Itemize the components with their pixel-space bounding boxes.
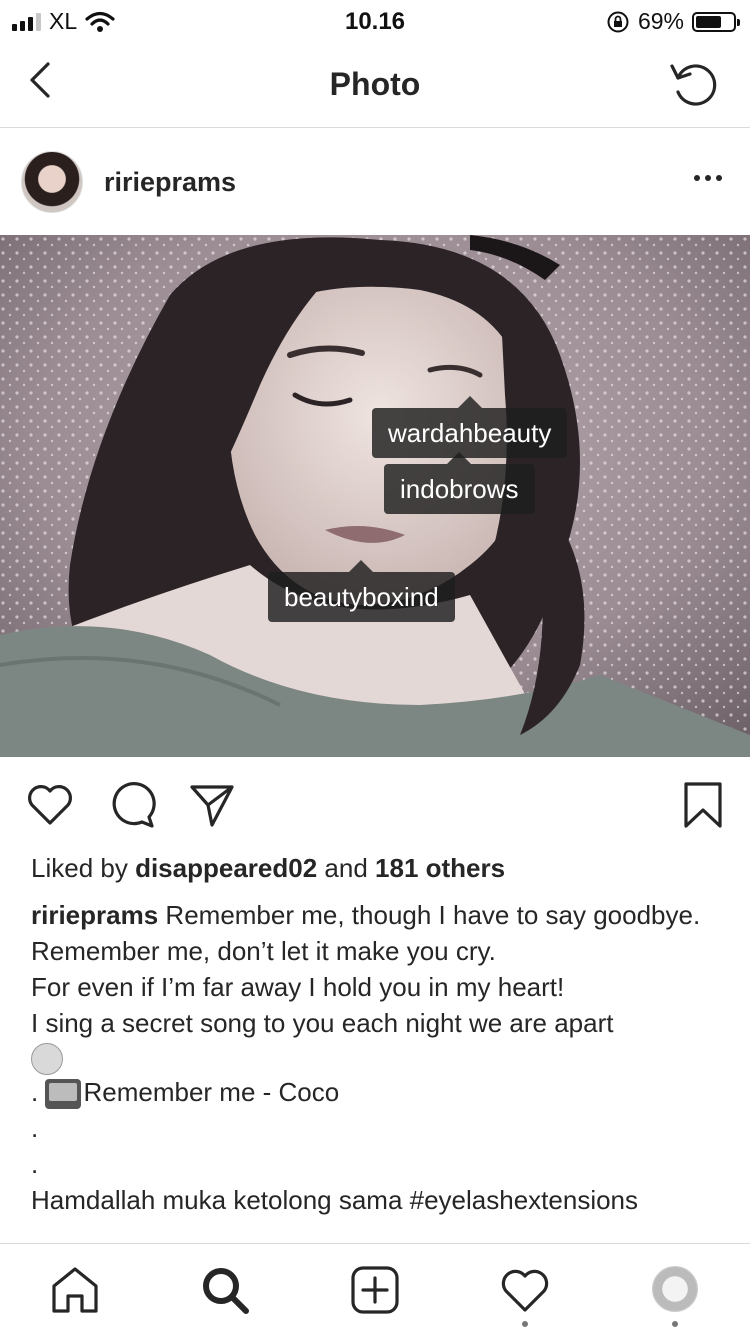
photo-tag[interactable]: indobrows [384, 452, 535, 514]
bookmark-icon[interactable] [677, 779, 729, 831]
caption-text: Remember me, though I have to say goodby… [165, 900, 701, 930]
caption-line: . Remember me - Coco [31, 1075, 721, 1110]
likes-others[interactable]: 181 others [375, 853, 505, 883]
navigation-bar: Photo [0, 40, 750, 128]
likes-summary[interactable]: Liked by disappeared02 and 181 others [31, 853, 505, 884]
post-username[interactable]: ririeprams [104, 167, 236, 198]
caption-line: I sing a secret song to you each night w… [31, 1008, 614, 1038]
post-header: ririeprams [0, 129, 750, 235]
crying-face-icon [31, 1043, 63, 1076]
photo-image [0, 235, 750, 757]
caption-line: Remember me, don’t let it make you cry. [31, 936, 496, 966]
add-post-icon[interactable] [349, 1264, 401, 1316]
liked-by-user[interactable]: disappeared02 [135, 853, 317, 883]
home-icon[interactable] [49, 1264, 101, 1316]
caption-text: Remember me - Coco [83, 1077, 340, 1108]
activity-indicator [522, 1321, 528, 1327]
caption-dot: . [31, 1077, 39, 1108]
caption-dot: . [31, 1113, 39, 1144]
battery-icon [692, 11, 740, 32]
post-actions [0, 757, 750, 853]
orientation-lock-icon [607, 11, 629, 32]
comment-icon[interactable] [105, 779, 157, 831]
caption-line: Hamdallah muka ketolong sama #eyelashext… [31, 1185, 639, 1216]
caption-line: For even if I’m far away I hold you in m… [31, 972, 565, 1002]
share-icon[interactable] [186, 779, 238, 831]
post-caption: ririeprams Remember me, though I have to… [31, 898, 721, 1217]
photo-tag[interactable]: wardahbeauty [372, 396, 568, 458]
status-bar: XL 10.16 69% [0, 0, 750, 40]
bottom-tab-bar [0, 1243, 750, 1334]
refresh-icon[interactable] [668, 58, 722, 112]
caption-line: ririeprams Remember me, though I have to… [31, 898, 721, 932]
search-icon[interactable] [199, 1264, 251, 1316]
profile-indicator [672, 1321, 678, 1327]
avatar[interactable] [21, 151, 83, 213]
likes-prefix: Liked by [31, 853, 128, 883]
likes-middle: and [324, 853, 368, 883]
profile-avatar[interactable] [652, 1266, 698, 1312]
caption-line [31, 1040, 721, 1076]
post-photo[interactable]: wardahbeauty indobrows beautyboxind [0, 235, 750, 757]
photo-tag[interactable]: beautyboxind [268, 560, 455, 622]
more-horizontal-icon[interactable] [694, 175, 722, 181]
page-title: Photo [329, 66, 421, 102]
battery-percent: 69% [637, 8, 684, 34]
status-right: 69% [606, 8, 740, 35]
heart-icon[interactable] [24, 779, 76, 831]
activity-icon[interactable] [499, 1264, 551, 1316]
caption-dot: . [31, 1149, 39, 1180]
caption-username[interactable]: ririeprams [31, 900, 158, 930]
television-icon [45, 1079, 82, 1110]
